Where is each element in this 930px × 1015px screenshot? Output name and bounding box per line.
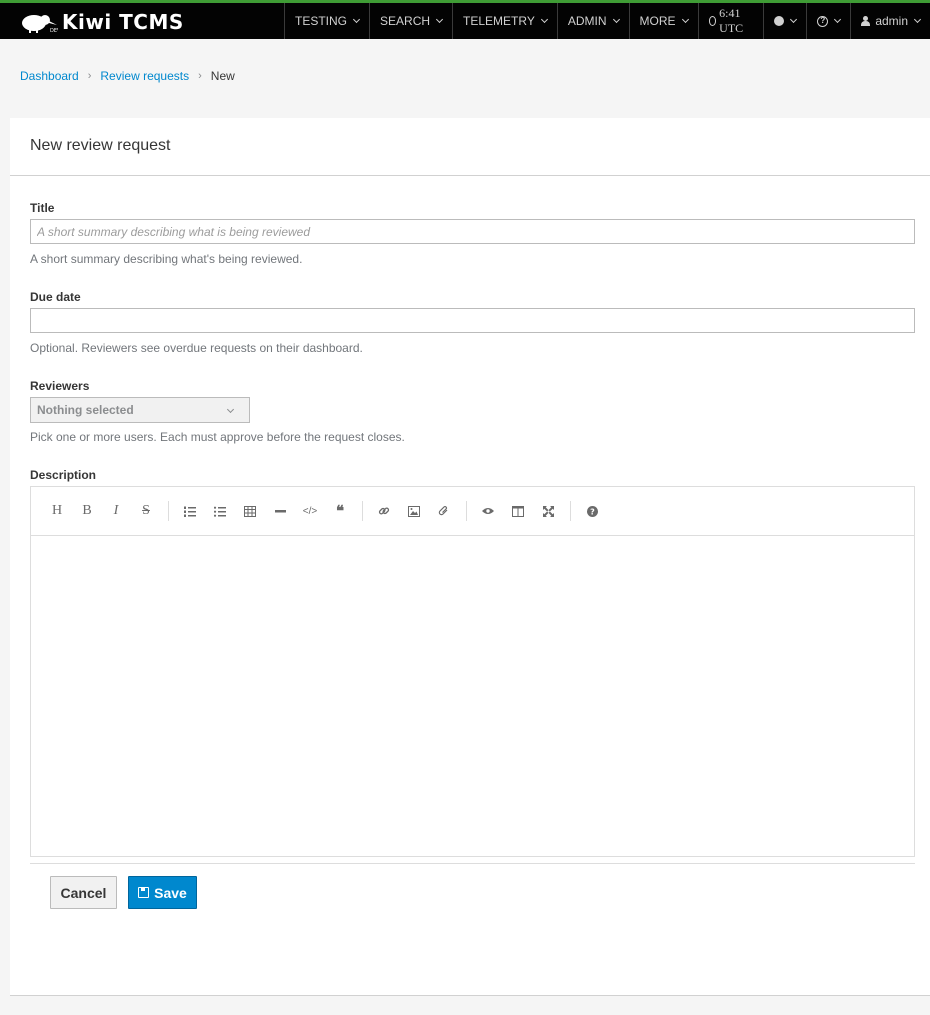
breadcrumb: Dashboard › Review requests › New: [20, 69, 235, 83]
title-input[interactable]: [30, 219, 915, 244]
svg-text:?: ?: [590, 507, 595, 516]
cancel-button-label: Cancel: [60, 884, 107, 901]
clock-time: 6:41 UTC: [719, 6, 744, 35]
review-request-card: New review request Title A short summary…: [10, 118, 930, 996]
save-button-label: Save: [154, 884, 187, 901]
brand-logo[interactable]: DEV Kiwi TCMS: [20, 9, 184, 35]
attachment-icon[interactable]: [434, 501, 454, 521]
fullscreen-icon[interactable]: [538, 501, 558, 521]
nav-more[interactable]: MORE: [628, 3, 698, 39]
toolbar-divider: [466, 501, 467, 521]
chevron-down-icon: [226, 405, 235, 413]
nav-language[interactable]: [763, 3, 806, 39]
side-by-side-icon[interactable]: [508, 501, 528, 521]
save-button[interactable]: Save: [128, 876, 197, 909]
chevron-down-icon: [834, 15, 842, 24]
clock-icon: [708, 16, 717, 26]
chevron-down-icon: [435, 15, 444, 24]
due-date-help: Optional. Reviewers see overdue requests…: [30, 341, 363, 355]
nav-help[interactable]: ?: [806, 3, 850, 39]
nav-user[interactable]: admin: [850, 3, 930, 39]
kiwi-bird-icon: DEV: [22, 15, 58, 33]
card-heading: New review request: [10, 118, 930, 176]
brand-name: Kiwi TCMS: [62, 10, 184, 34]
breadcrumb-review-requests[interactable]: Review requests: [100, 69, 189, 83]
nav-clock: 6:41 UTC: [697, 3, 764, 39]
italic-icon[interactable]: I: [106, 501, 126, 521]
top-navbar: DEV Kiwi TCMS TESTING SEARCH TELEMETRY A…: [0, 0, 930, 39]
chevron-down-icon: [790, 15, 798, 24]
reviewers-selected-value: Nothing selected: [37, 403, 134, 417]
description-editor: H B I S </> ❝ ?: [30, 486, 915, 857]
preview-icon[interactable]: [478, 501, 498, 521]
svg-text:DEV: DEV: [50, 28, 58, 33]
breadcrumb-current: New: [210, 69, 235, 83]
bold-icon[interactable]: B: [77, 501, 97, 521]
nav-more-label: MORE: [639, 14, 676, 28]
editor-toolbar: H B I S </> ❝ ?: [31, 487, 914, 536]
description-textarea[interactable]: [31, 536, 914, 856]
due-date-input[interactable]: [30, 308, 915, 333]
chevron-down-icon: [540, 15, 548, 24]
toolbar-divider: [362, 501, 363, 521]
nav-search[interactable]: SEARCH: [369, 3, 452, 39]
main-nav: TESTING SEARCH TELEMETRY ADMIN MORE 6:41…: [284, 3, 930, 39]
breadcrumb-dashboard[interactable]: Dashboard: [20, 69, 79, 83]
chevron-down-icon: [612, 15, 620, 24]
horizontal-rule-icon[interactable]: [270, 501, 290, 521]
nav-search-label: SEARCH: [380, 14, 431, 28]
title-help: A short summary describing what's being …: [30, 252, 303, 266]
table-icon[interactable]: [240, 501, 260, 521]
chevron-down-icon: [681, 15, 689, 24]
toolbar-divider: [168, 501, 169, 521]
nav-admin[interactable]: ADMIN: [556, 3, 629, 39]
nav-admin-label: ADMIN: [567, 14, 607, 28]
nav-testing[interactable]: TESTING: [284, 3, 369, 39]
title-label: Title: [30, 201, 55, 215]
page-title: New review request: [30, 137, 171, 154]
link-icon[interactable]: [374, 501, 394, 521]
image-icon[interactable]: [404, 501, 424, 521]
ordered-list-icon[interactable]: [180, 501, 200, 521]
chevron-down-icon: [352, 15, 361, 24]
chevron-down-icon: [913, 15, 922, 24]
floppy-disk-icon: [138, 887, 150, 898]
nav-testing-label: TESTING: [295, 14, 348, 28]
reviewers-select[interactable]: Nothing selected: [30, 397, 250, 423]
help-icon[interactable]: ?: [582, 501, 602, 521]
user-icon: [861, 16, 871, 26]
question-icon: ?: [817, 15, 829, 27]
globe-icon: [774, 16, 785, 26]
breadcrumb-separator-icon: ›: [198, 70, 202, 82]
cancel-button[interactable]: Cancel: [50, 876, 117, 909]
form-footer-divider: [30, 863, 915, 864]
strikethrough-icon[interactable]: S: [136, 501, 156, 521]
due-date-label: Due date: [30, 290, 81, 304]
breadcrumb-separator-icon: ›: [87, 70, 92, 82]
toolbar-divider: [570, 501, 571, 521]
nav-telemetry-label: TELEMETRY: [463, 14, 535, 28]
quote-icon[interactable]: ❝: [330, 501, 350, 521]
description-label: Description: [30, 468, 97, 482]
reviewers-help: Pick one or more users. Each must approv…: [30, 430, 405, 444]
code-icon[interactable]: </>: [300, 501, 320, 521]
nav-user-label: admin: [875, 14, 908, 28]
reviewers-label: Reviewers: [30, 379, 90, 393]
unordered-list-icon[interactable]: [210, 501, 230, 521]
nav-telemetry[interactable]: TELEMETRY: [452, 3, 557, 39]
heading-icon[interactable]: H: [47, 501, 67, 521]
